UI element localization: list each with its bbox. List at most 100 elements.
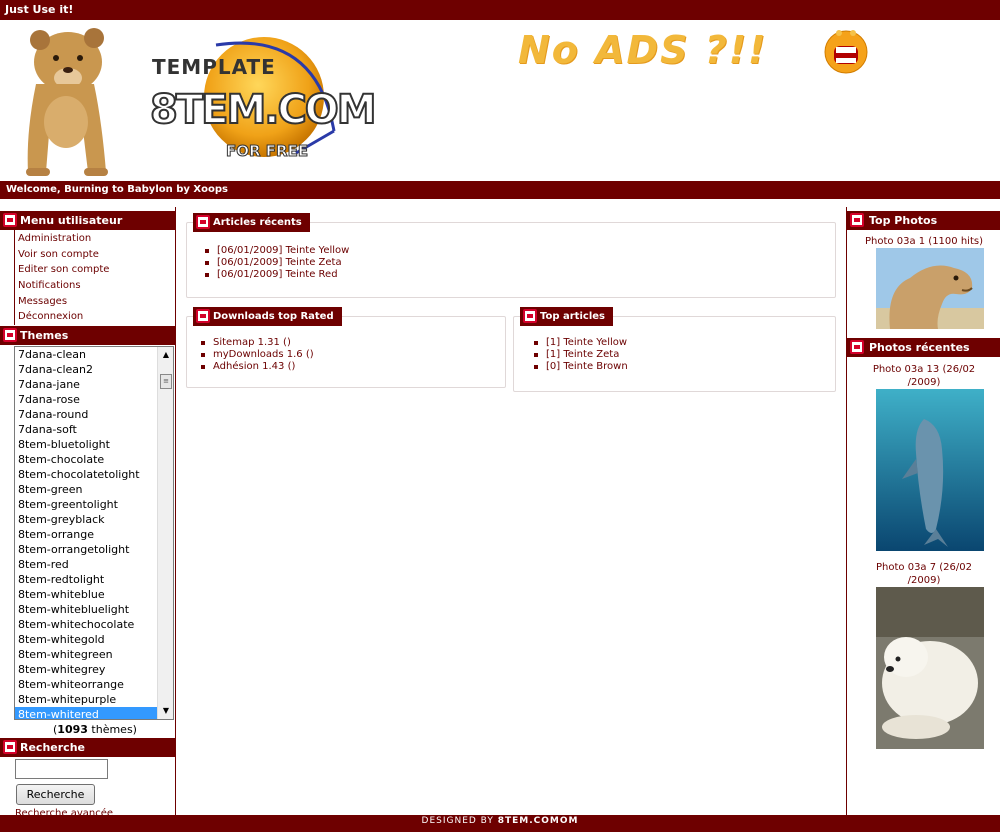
user-menu-title: Menu utilisateur bbox=[0, 211, 176, 230]
theme-option[interactable]: 8tem-whitegrey bbox=[15, 662, 157, 677]
downloads-list: Sitemap 1.31 () myDownloads 1.6 () Adhés… bbox=[196, 337, 314, 373]
theme-option[interactable]: 8tem-bluetolight bbox=[15, 437, 157, 452]
theme-option[interactable]: 8tem-whiteorrange bbox=[15, 677, 157, 692]
block-icon bbox=[3, 740, 17, 754]
theme-option[interactable]: 8tem-whitegold bbox=[15, 632, 157, 647]
menu-item-edit-account[interactable]: Editer son compte bbox=[18, 262, 176, 278]
top-photos-title-text: Top Photos bbox=[869, 214, 938, 227]
menu-item-messages[interactable]: Messages bbox=[18, 294, 176, 310]
top-article-item[interactable]: [0] Teinte Brown bbox=[529, 361, 628, 373]
recent-photos-title: Photos récentes bbox=[847, 338, 1000, 357]
theme-list-scrollbar[interactable]: ▲ ≡ ▼ bbox=[157, 347, 173, 719]
theme-option[interactable]: 7dana-rose bbox=[15, 392, 157, 407]
download-item[interactable]: Adhésion 1.43 () bbox=[196, 361, 314, 373]
dolphin-photo[interactable] bbox=[876, 389, 984, 551]
welcome-text: Welcome, Burning to Babylon by Xoops bbox=[6, 184, 228, 195]
menu-item-notifications[interactable]: Notifications bbox=[18, 278, 176, 294]
downloads-title: Downloads top Rated bbox=[193, 307, 342, 326]
user-menu-block: Menu utilisateur Administration Voir son… bbox=[0, 211, 176, 326]
recent-article-item[interactable]: [06/01/2009] Teinte Red bbox=[200, 269, 349, 281]
download-item[interactable]: Sitemap 1.31 () bbox=[196, 337, 314, 349]
themes-title-text: Themes bbox=[20, 329, 69, 342]
top-bar-text: Just Use it! bbox=[5, 3, 74, 16]
theme-option[interactable]: 7dana-round bbox=[15, 407, 157, 422]
logo-text-8tem: 8TEM.COM bbox=[149, 86, 378, 134]
theme-count-value: 1093 bbox=[57, 723, 88, 736]
top-photos-title: Top Photos bbox=[847, 211, 1000, 230]
recent-photos-title-text: Photos récentes bbox=[869, 341, 970, 354]
recent-photo-caption[interactable]: Photo 03a 13 (26/02 /2009) bbox=[847, 363, 1000, 389]
left-column: Menu utilisateur Administration Voir son… bbox=[0, 207, 176, 819]
site-header: TEMPLATE 8TEM.COM FOR FREE No ADS ?!! bbox=[0, 20, 1000, 181]
block-icon bbox=[196, 309, 210, 323]
scroll-thumb[interactable]: ≡ bbox=[160, 374, 172, 389]
theme-option[interactable]: 8tem-red bbox=[15, 557, 157, 572]
no-ads-banner: No ADS ?!! bbox=[518, 28, 768, 72]
theme-option[interactable]: 8tem-green bbox=[15, 482, 157, 497]
search-button[interactable]: Recherche bbox=[16, 784, 95, 805]
download-item[interactable]: myDownloads 1.6 () bbox=[196, 349, 314, 361]
right-column: Top Photos Photo 03a 1 (1100 hits) Photo… bbox=[846, 207, 1000, 815]
theme-option[interactable]: 7dana-clean bbox=[15, 347, 157, 362]
menu-item-logout[interactable]: Déconnexion bbox=[18, 309, 176, 325]
theme-option[interactable]: 8tem-whitechocolate bbox=[15, 617, 157, 632]
recent-articles-title: Articles récents bbox=[193, 213, 310, 232]
theme-option[interactable]: 8tem-whitegreen bbox=[15, 647, 157, 662]
theme-option[interactable]: 8tem-whitered bbox=[15, 707, 157, 719]
theme-option[interactable]: 7dana-clean2 bbox=[15, 362, 157, 377]
theme-option[interactable]: 8tem-greyblack bbox=[15, 512, 157, 527]
theme-option[interactable]: 7dana-jane bbox=[15, 377, 157, 392]
footer-bar: DESIGNED BY 8TEM.COMOM bbox=[0, 815, 1000, 832]
recent-article-item[interactable]: [06/01/2009] Teinte Yellow bbox=[200, 245, 349, 257]
camel-photo[interactable] bbox=[876, 248, 984, 329]
recent-photo-caption[interactable]: Photo 03a 7 (26/02 /2009) bbox=[847, 561, 1000, 587]
theme-option[interactable]: 8tem-chocolatetolight bbox=[15, 467, 157, 482]
site-logo[interactable]: TEMPLATE 8TEM.COM FOR FREE bbox=[146, 35, 378, 175]
theme-option[interactable]: 8tem-redtolight bbox=[15, 572, 157, 587]
menu-item-view-account[interactable]: Voir son compte bbox=[18, 247, 176, 263]
top-articles-title: Top articles bbox=[520, 307, 613, 326]
theme-option[interactable]: 8tem-greentolight bbox=[15, 497, 157, 512]
footer-prefix: DESIGNED BY bbox=[421, 816, 498, 826]
theme-options: 7dana-clean 7dana-clean2 7dana-jane 7dana-r… bbox=[15, 347, 173, 719]
recent-photo-caption-line2: /2009) bbox=[907, 575, 941, 586]
recent-articles-title-text: Articles récents bbox=[213, 217, 302, 228]
recent-articles-list: [06/01/2009] Teinte Yellow [06/01/2009] … bbox=[200, 245, 349, 281]
theme-option[interactable]: 8tem-whitepurple bbox=[15, 692, 157, 707]
user-menu-title-text: Menu utilisateur bbox=[20, 214, 123, 227]
shocked-smiley-icon bbox=[824, 30, 868, 74]
search-block: Recherche Recherche Recherche avancée bbox=[0, 738, 176, 819]
top-bar: Just Use it! bbox=[0, 0, 1000, 20]
theme-count: (1093 thèmes) bbox=[0, 723, 190, 736]
recent-photo-caption-line2: /2009) bbox=[907, 377, 941, 388]
recent-photo-caption-line1: Photo 03a 7 (26/02 bbox=[876, 562, 972, 573]
theme-option[interactable]: 8tem-whiteblue bbox=[15, 587, 157, 602]
theme-option[interactable]: 8tem-chocolate bbox=[15, 452, 157, 467]
top-article-item[interactable]: [1] Teinte Zeta bbox=[529, 349, 628, 361]
theme-option[interactable]: 8tem-orrangetolight bbox=[15, 542, 157, 557]
search-title: Recherche bbox=[0, 738, 176, 757]
block-icon bbox=[3, 328, 17, 342]
scroll-up-icon[interactable]: ▲ bbox=[158, 347, 173, 363]
theme-option[interactable]: 7dana-soft bbox=[15, 422, 157, 437]
recent-article-item[interactable]: [06/01/2009] Teinte Zeta bbox=[200, 257, 349, 269]
block-icon bbox=[850, 340, 864, 354]
block-icon bbox=[196, 215, 210, 229]
top-photo-caption[interactable]: Photo 03a 1 (1100 hits) bbox=[847, 235, 1000, 248]
logo-text-template: TEMPLATE bbox=[152, 55, 276, 79]
search-input[interactable] bbox=[15, 759, 108, 779]
theme-option[interactable]: 8tem-whitebluelight bbox=[15, 602, 157, 617]
logo-text-free: FOR FREE bbox=[225, 142, 309, 161]
lion-cub-image bbox=[26, 28, 108, 176]
top-article-item[interactable]: [1] Teinte Yellow bbox=[529, 337, 628, 349]
search-title-text: Recherche bbox=[20, 741, 85, 754]
theme-select-list[interactable]: 7dana-clean 7dana-clean2 7dana-jane 7dana-r… bbox=[14, 346, 174, 720]
user-menu-list: Administration Voir son compte Editer so… bbox=[14, 230, 176, 326]
theme-option[interactable]: 8tem-orrange bbox=[15, 527, 157, 542]
top-articles-title-text: Top articles bbox=[540, 311, 605, 322]
menu-item-administration[interactable]: Administration bbox=[18, 231, 176, 247]
downloads-title-text: Downloads top Rated bbox=[213, 311, 334, 322]
scroll-down-icon[interactable]: ▼ bbox=[158, 703, 173, 719]
polar-bear-photo[interactable] bbox=[876, 587, 984, 749]
footer-brand[interactable]: 8TEM.COMOM bbox=[498, 816, 579, 826]
